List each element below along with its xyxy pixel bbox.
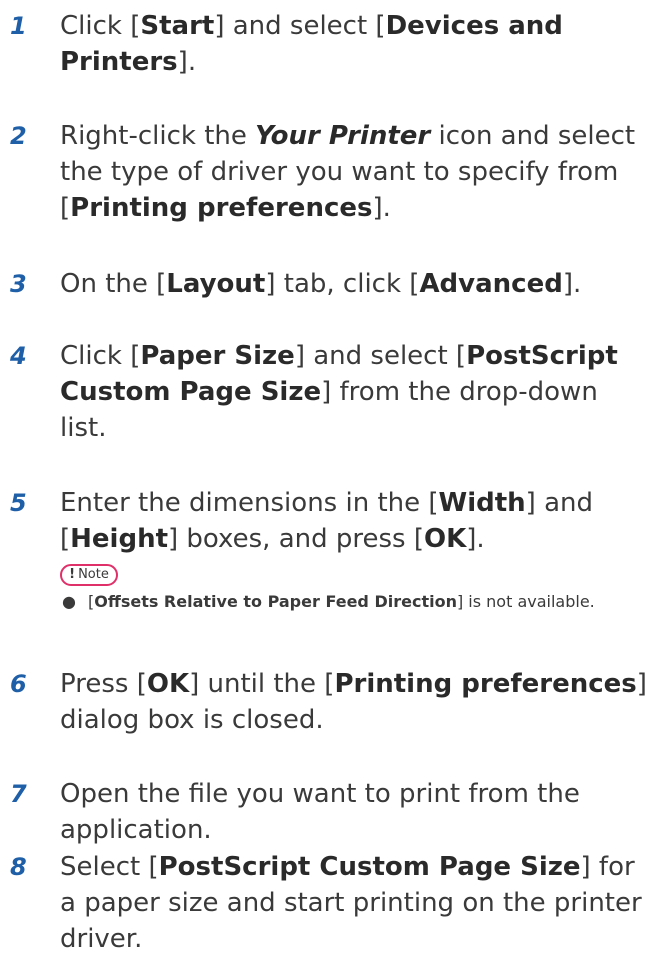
bullet-icon: ● xyxy=(62,592,76,611)
bold-term: Your Printer xyxy=(255,121,431,151)
step-number: 4 xyxy=(10,342,27,370)
step-text: Click [Paper Size] and select [PostScrip… xyxy=(60,338,650,446)
text-run: ] until the [ xyxy=(189,669,335,699)
text-run: ] and select [ xyxy=(294,341,467,371)
step-number: 3 xyxy=(10,270,27,298)
step-number: 5 xyxy=(10,489,27,517)
step-number: 2 xyxy=(10,122,27,150)
bold-term: Height xyxy=(70,524,169,554)
text-run: ]. xyxy=(372,193,391,223)
bold-term: Width xyxy=(438,488,526,518)
text-run: ] is not available. xyxy=(456,592,595,611)
bold-term: Layout xyxy=(166,269,266,299)
step-text: Press [OK] until the [Printing preferenc… xyxy=(60,666,650,738)
step-number: 8 xyxy=(10,853,27,881)
step-text: Open the file you want to print from the… xyxy=(60,776,650,848)
exclamation-icon: ! xyxy=(69,567,76,582)
text-run: Right-click the xyxy=(60,121,256,151)
text-run: On the [ xyxy=(60,269,167,299)
text-run: Click [ xyxy=(60,11,141,41)
bold-term: Printing preferences xyxy=(334,669,637,699)
bold-term: Paper Size xyxy=(140,341,295,371)
text-run: Open the file you want to print from the… xyxy=(60,779,580,845)
note-text: [Offsets Relative to Paper Feed Directio… xyxy=(88,592,660,612)
text-run: Select [ xyxy=(60,852,159,882)
bold-term: PostScript Custom Page Size xyxy=(158,852,581,882)
note-label: Note xyxy=(78,567,109,582)
bold-term: Advanced xyxy=(419,269,563,299)
step-number: 7 xyxy=(10,780,27,808)
step-text: Enter the dimensions in the [Width] and … xyxy=(60,485,650,557)
step-number: 6 xyxy=(10,670,27,698)
step-number: 1 xyxy=(10,12,27,40)
step-text: Select [PostScript Custom Page Size] for… xyxy=(60,849,650,957)
text-run: Enter the dimensions in the [ xyxy=(60,488,439,518)
text-run: ]. xyxy=(466,524,485,554)
text-run: ]. xyxy=(562,269,582,299)
step-text: Right-click the Your Printer icon and se… xyxy=(60,118,650,226)
text-run: ]. xyxy=(177,47,197,77)
step-text: On the [Layout] tab, click [Advanced]. xyxy=(60,266,650,302)
bold-term: OK xyxy=(424,524,467,554)
note-badge: ! Note xyxy=(60,564,118,586)
note-item: ● [Offsets Relative to Paper Feed Direct… xyxy=(60,592,660,612)
text-run: ] and select [ xyxy=(214,11,386,41)
text-run: ] boxes, and press [ xyxy=(168,524,424,554)
bold-term: Offsets Relative to Paper Feed Direction xyxy=(94,592,457,611)
text-run: ] tab, click [ xyxy=(265,269,420,299)
step-text: Click [Start] and select [Devices and Pr… xyxy=(60,8,650,80)
bold-term: OK xyxy=(146,669,190,699)
bold-term: Start xyxy=(140,11,215,41)
bold-term: Printing preferences xyxy=(70,193,373,223)
text-run: Press [ xyxy=(60,669,147,699)
text-run: Click [ xyxy=(60,341,141,371)
